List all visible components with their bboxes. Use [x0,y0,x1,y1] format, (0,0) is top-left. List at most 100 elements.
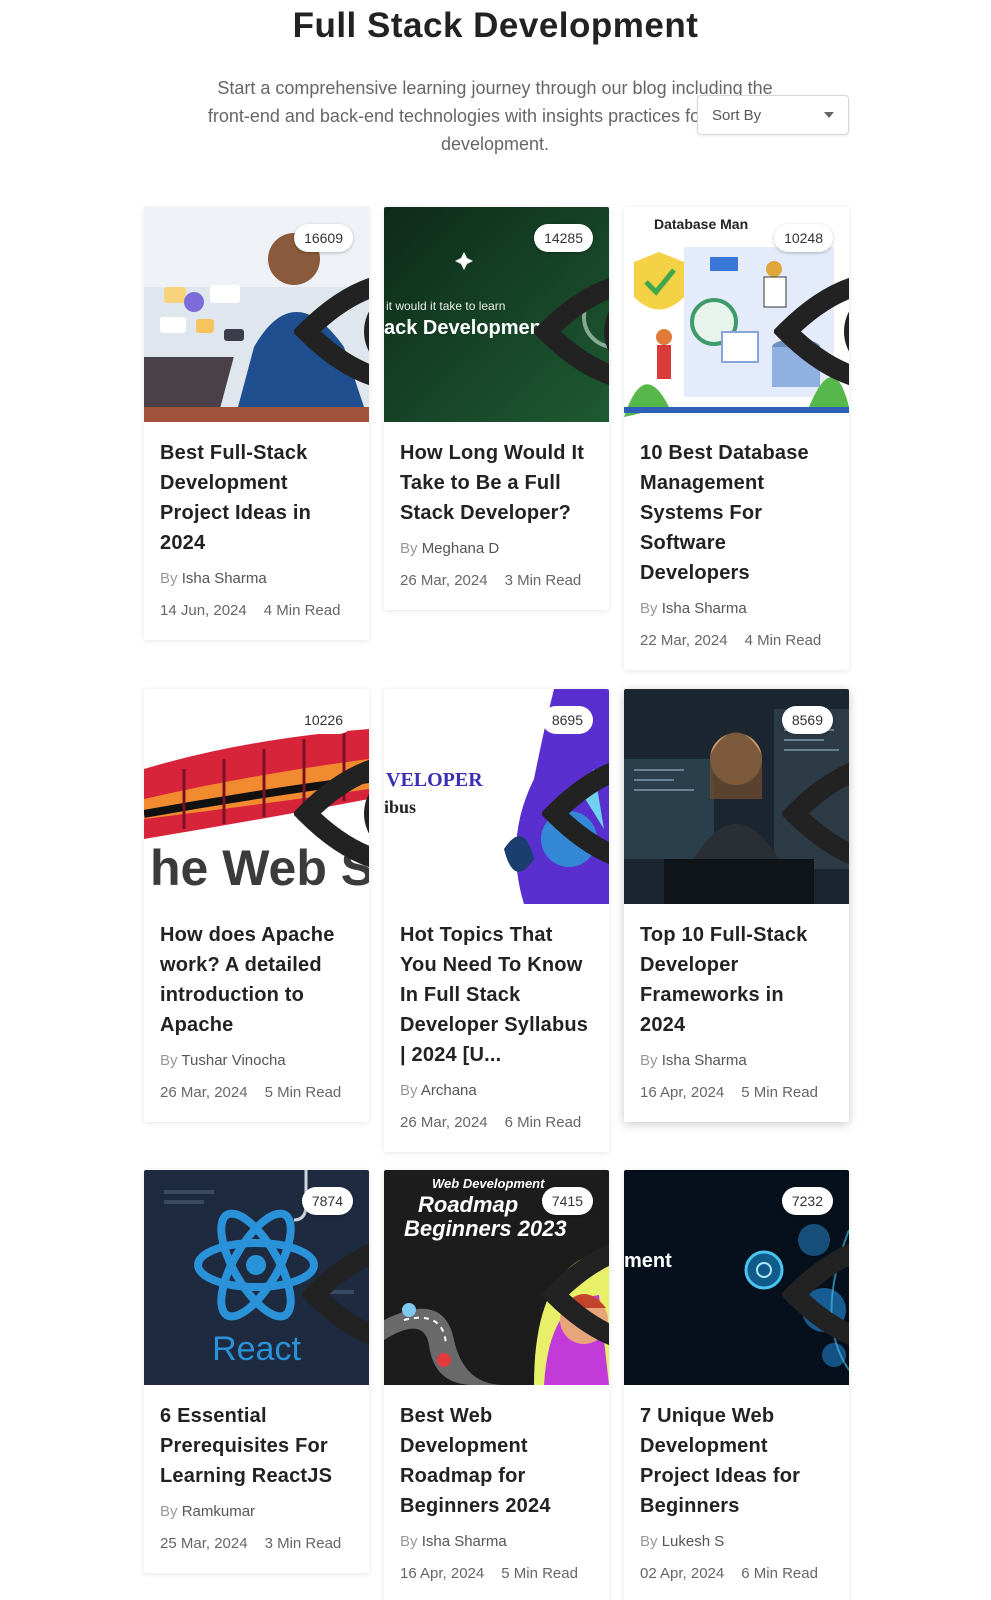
blog-card-author: By Archana [400,1082,477,1099]
blog-card[interactable]: Web Development Roadmap Beginners 2023 7… [384,1170,609,1600]
read-time: 5 Min Read [741,1084,818,1101]
blog-card-title[interactable]: Best Full-Stack Development Project Idea… [160,438,353,558]
blog-card-meta: 14 Jun, 2024 4 Min Read [160,600,353,622]
blog-card-meta: 26 Mar, 2024 5 Min Read [160,1082,353,1104]
view-count-badge: 8695 [541,706,609,864]
blog-card-meta: 26 Mar, 2024 3 Min Read [400,570,593,592]
eye-icon [781,1244,849,1345]
blog-card-thumbnail[interactable]: 16609 [144,207,369,422]
read-time: 5 Min Read [264,1084,342,1101]
blog-card-author: By Lukesh S [640,1533,725,1550]
thumbnail-caption: Web Development [432,1176,545,1191]
author-name: Archana [420,1082,477,1099]
eye-icon [541,1244,609,1345]
publish-date: 26 Mar, 2024 [400,572,488,589]
publish-date: 26 Mar, 2024 [400,1114,488,1131]
read-time: 6 Min Read [504,1114,582,1131]
publish-date: 16 Apr, 2024 [400,1565,485,1582]
thumbnail-headline: ment [624,1250,672,1272]
blog-card-title[interactable]: Hot Topics That You Need To Know In Full… [400,920,593,1070]
eye-icon [294,760,369,867]
read-time: 4 Min Read [263,602,341,619]
read-time: 4 Min Read [744,632,822,649]
blog-card-author: By Ramkumar [160,1503,256,1520]
blog-card-thumbnail[interactable]: Database Man 10248 [624,207,849,422]
blog-card-meta: 22 Mar, 2024 4 Min Read [640,630,833,652]
blog-card-title[interactable]: Top 10 Full-Stack Developer Frameworks i… [640,920,833,1040]
blog-card-title[interactable]: 10 Best Database Management Systems For … [640,438,833,588]
blog-card[interactable]: ment 7232 7 Unique Web Development Proje… [624,1170,849,1600]
blog-card[interactable]: React 7874 6 Essential Prerequisites For… [144,1170,369,1573]
blog-card-title[interactable]: Best Web Development Roadmap for Beginne… [400,1401,593,1521]
eye-icon [541,763,609,864]
publish-date: 26 Mar, 2024 [160,1084,248,1101]
read-time: 5 Min Read [501,1565,578,1582]
blog-card-meta: 26 Mar, 2024 6 Min Read [400,1112,593,1134]
blog-card-author: By Tushar Vinocha [160,1052,286,1069]
blog-card-title[interactable]: 7 Unique Web Development Project Ideas f… [640,1401,833,1521]
read-time: 6 Min Read [741,1565,818,1582]
blog-card-meta: 16 Apr, 2024 5 Min Read [400,1563,593,1585]
blog-card-meta: 16 Apr, 2024 5 Min Read [640,1082,833,1104]
thumbnail-caption: it would it take to learn [386,299,506,313]
blog-card-author: By Meghana D [400,540,500,557]
blog-card[interactable]: it would it take to learn ack Developmen… [384,207,609,610]
author-name: Ramkumar [181,1503,256,1520]
view-count-badge: 7415 [541,1187,609,1345]
blog-card[interactable]: 8569 Top 10 Full-Stack Developer Framewo… [624,689,849,1122]
thumbnail-headline: VELOPER [386,769,483,791]
eye-icon [781,763,849,864]
sort-by-dropdown[interactable]: Sort By [697,95,849,135]
eye-icon [774,278,849,385]
blog-card-meta: 25 Mar, 2024 3 Min Read [160,1533,353,1555]
blog-card[interactable]: 16609 Best Full-Stack Development Projec… [144,207,369,640]
view-count-badge: 8569 [781,706,849,864]
blog-card-thumbnail[interactable]: he Web S 10226 [144,689,369,904]
author-name: Lukesh S [661,1533,725,1550]
view-count-badge: 7232 [781,1187,849,1345]
read-time: 3 Min Read [504,572,582,589]
eye-icon [534,278,609,385]
publish-date: 02 Apr, 2024 [640,1565,725,1582]
blog-card[interactable]: Database Man 10248 10 Best Database Mana… [624,207,849,670]
blog-card-thumbnail[interactable]: VELOPER ibus 8695 [384,689,609,904]
blog-card-thumbnail[interactable]: it would it take to learn ack Developmen… [384,207,609,422]
author-name: Tushar Vinocha [181,1052,286,1069]
view-count-badge: 16609 [294,224,369,385]
blog-card-title[interactable]: How Long Would It Take to Be a Full Stac… [400,438,593,528]
thumbnail-caption: Database Man [654,216,749,232]
sort-by-label: Sort By [712,106,762,124]
thumbnail-headline: Roadmap [418,1192,519,1217]
thumbnail-caption: ibus [384,797,417,817]
author-name: Isha Sharma [421,1533,507,1550]
blog-card-thumbnail[interactable]: ment 7232 [624,1170,849,1385]
page-title: Full Stack Development [292,6,699,45]
read-time: 3 Min Read [264,1535,342,1552]
author-name: Isha Sharma [661,600,747,617]
view-count-badge: 7874 [301,1187,369,1345]
blog-card-thumbnail[interactable]: Web Development Roadmap Beginners 2023 7… [384,1170,609,1385]
blog-card-title[interactable]: How does Apache work? A detailed introdu… [160,920,353,1040]
author-name: Meghana D [421,540,500,557]
author-name: Isha Sharma [661,1052,747,1069]
publish-date: 22 Mar, 2024 [640,632,728,649]
blog-card[interactable]: VELOPER ibus 8695 Hot Topics That You Ne… [384,689,609,1152]
author-name: Isha Sharma [181,570,267,587]
eye-icon [301,1244,369,1345]
blog-card-author: By Isha Sharma [400,1533,507,1550]
publish-date: 25 Mar, 2024 [160,1535,248,1552]
blog-listing-page: Full Stack Development Start a comprehen… [0,0,991,1600]
view-count-badge: 10248 [774,224,849,385]
blog-card-thumbnail[interactable]: 8569 [624,689,849,904]
view-count-badge: 10226 [294,706,369,867]
blog-card-author: By Isha Sharma [640,600,747,617]
blog-card[interactable]: he Web S 10226 How does Apache work? A d… [144,689,369,1122]
blog-card-title[interactable]: 6 Essential Prerequisites For Learning R… [160,1401,353,1491]
view-count-badge: 14285 [534,224,609,385]
eye-icon [294,278,369,385]
blog-card-author: By Isha Sharma [640,1052,747,1069]
publish-date: 16 Apr, 2024 [640,1084,725,1101]
blog-card-thumbnail[interactable]: React 7874 [144,1170,369,1385]
blog-card-author: By Isha Sharma [160,570,267,587]
publish-date: 14 Jun, 2024 [160,602,247,619]
